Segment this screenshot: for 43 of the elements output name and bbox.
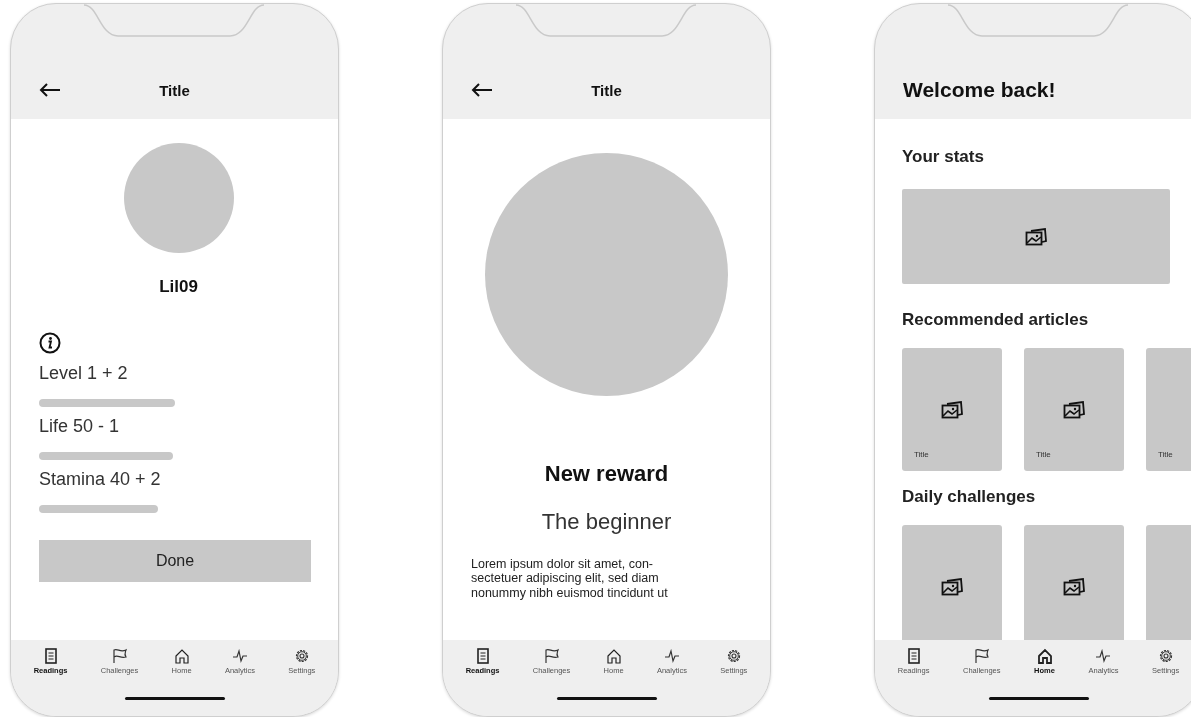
- card-placeholder[interactable]: Title: [1146, 348, 1191, 471]
- document-icon: [906, 648, 921, 664]
- images-icon: [941, 400, 963, 419]
- card-title: Title: [1036, 450, 1051, 459]
- screen-title: Welcome back!: [903, 78, 1056, 102]
- section-heading: Daily challenges: [902, 487, 1037, 508]
- section-heading: Your stats: [902, 147, 985, 168]
- home-icon: [173, 648, 190, 664]
- home-icon: [1036, 648, 1053, 664]
- card-title: Title: [1158, 450, 1173, 459]
- info-icon[interactable]: [39, 332, 61, 354]
- home-icon: [605, 648, 622, 664]
- flag-icon: [111, 648, 128, 664]
- stat-label: Life 50 - 1: [39, 416, 121, 437]
- done-button[interactable]: Done: [39, 540, 311, 582]
- section-heading: Recommended articles: [902, 310, 1090, 331]
- settings-icon: [725, 648, 742, 664]
- username: Lil09: [159, 277, 198, 297]
- pulse-icon: [231, 648, 248, 664]
- pulse-icon: [663, 648, 680, 664]
- settings-icon: [293, 648, 310, 664]
- back-arrow-icon[interactable]: [471, 83, 493, 97]
- card-placeholder[interactable]: Title: [902, 348, 1002, 471]
- flag-icon: [543, 648, 560, 664]
- images-icon: [941, 577, 963, 596]
- reward-name: The beginner: [541, 509, 672, 535]
- card-title: Title: [914, 450, 929, 459]
- settings-icon: [1157, 648, 1174, 664]
- stat-label: Stamina 40 + 2: [39, 469, 162, 490]
- images-icon: [1025, 227, 1047, 246]
- back-arrow-icon[interactable]: [39, 83, 61, 97]
- screen-title: Title: [591, 81, 622, 99]
- images-icon: [1063, 400, 1085, 419]
- stat-label: Level 1 + 2: [39, 363, 129, 384]
- card-placeholder[interactable]: Title: [1024, 348, 1124, 471]
- reward-heading: New reward: [544, 461, 669, 487]
- document-icon: [43, 648, 58, 664]
- body-text: Lorem ipsum dolor sit amet, con- sectetuer adipiscing elit, sed diam nonummy nibh euismod tincidunt ut: [470, 557, 668, 601]
- pulse-icon: [1095, 648, 1112, 664]
- screen-title: Title: [159, 81, 190, 99]
- document-icon: [475, 648, 490, 664]
- images-icon: [1063, 577, 1085, 596]
- flag-icon: [973, 648, 990, 664]
